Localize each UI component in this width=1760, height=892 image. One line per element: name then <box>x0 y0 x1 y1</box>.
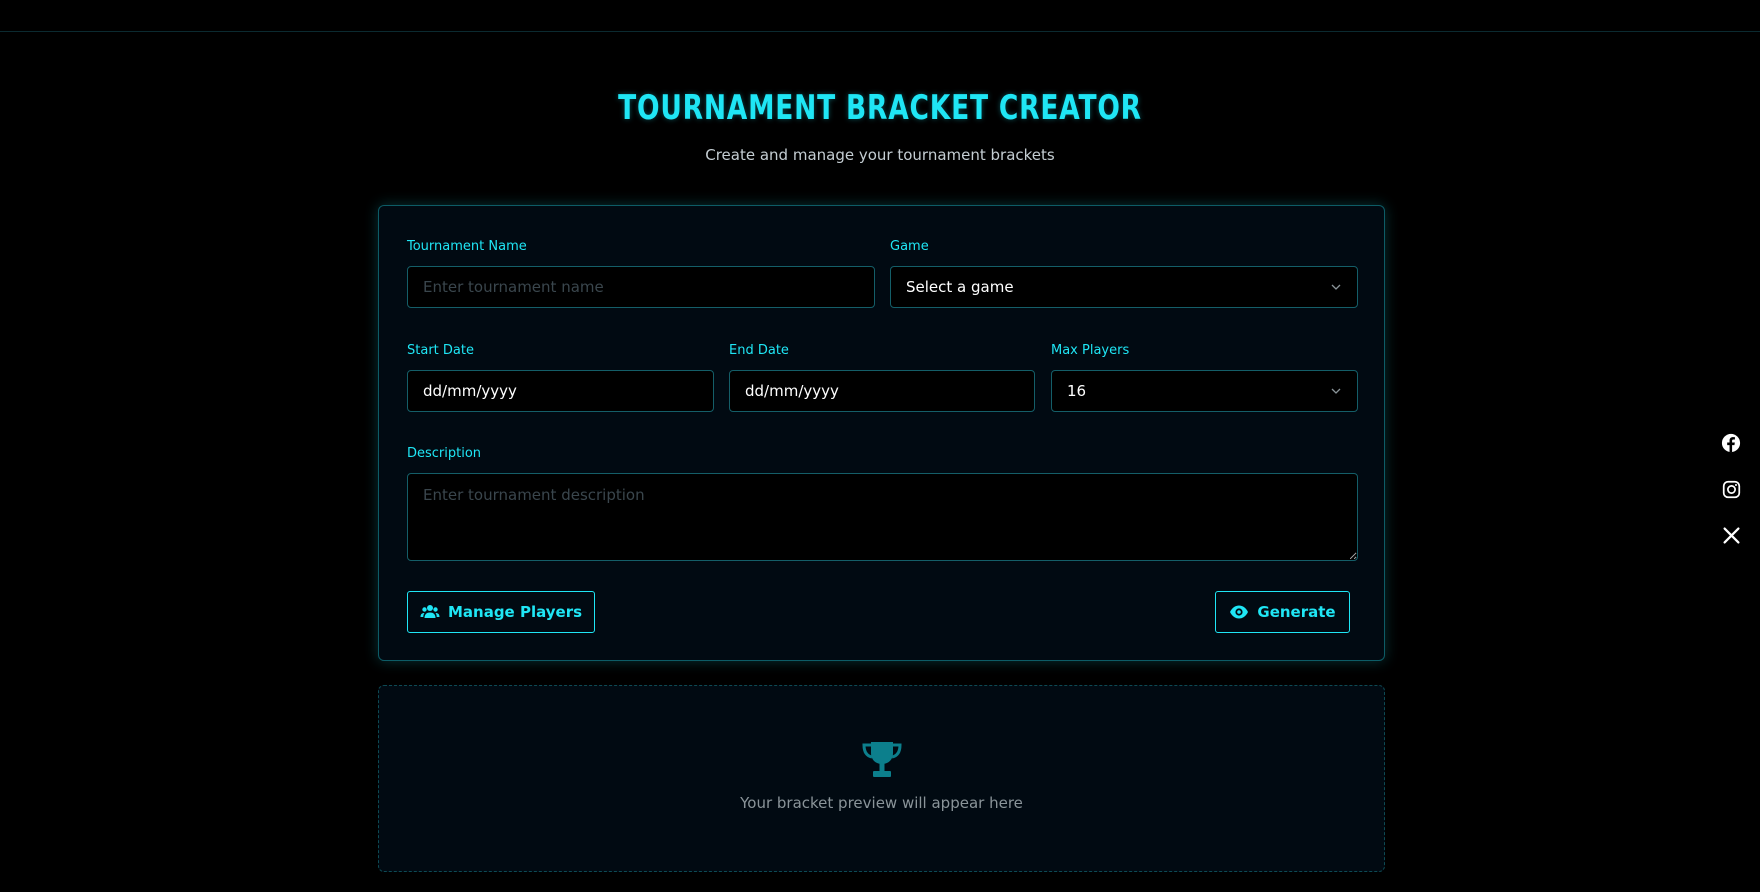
start-date-input[interactable]: dd/mm/yyyy <box>407 370 714 412</box>
description-textarea[interactable] <box>407 473 1358 561</box>
max-players-label: Max Players <box>1051 343 1130 358</box>
end-date-value: dd/mm/yyyy <box>745 382 839 400</box>
game-select-value: Select a game <box>906 278 1014 296</box>
facebook-link[interactable] <box>1720 432 1742 454</box>
end-date-label: End Date <box>729 343 789 358</box>
facebook-icon <box>1721 433 1741 453</box>
manage-players-button[interactable]: Manage Players <box>407 591 595 633</box>
tournament-form-card: Tournament Name Game Select a game Start… <box>378 205 1385 661</box>
users-icon <box>420 605 440 618</box>
game-select[interactable]: Select a game <box>890 266 1358 308</box>
generate-button[interactable]: Generate <box>1215 591 1350 633</box>
instagram-link[interactable] <box>1720 478 1742 500</box>
end-date-input[interactable]: dd/mm/yyyy <box>729 370 1035 412</box>
bracket-preview-card: Your bracket preview will appear here <box>378 685 1385 872</box>
x-link[interactable] <box>1720 524 1742 546</box>
game-label: Game <box>890 239 929 254</box>
chevron-down-icon <box>1331 388 1341 394</box>
x-icon <box>1722 526 1740 544</box>
chevron-down-icon <box>1331 284 1341 290</box>
tournament-name-label: Tournament Name <box>407 239 527 254</box>
max-players-select[interactable]: 16 <box>1051 370 1358 412</box>
start-date-label: Start Date <box>407 343 474 358</box>
instagram-icon <box>1722 480 1740 498</box>
description-label: Description <box>407 446 482 461</box>
trophy-icon <box>862 742 902 777</box>
page-subtitle: Create and manage your tournament bracke… <box>705 146 1055 164</box>
manage-players-label: Manage Players <box>447 603 583 621</box>
tournament-name-input[interactable] <box>407 266 875 308</box>
max-players-value: 16 <box>1067 382 1087 400</box>
eye-icon <box>1230 605 1249 619</box>
preview-placeholder-text: Your bracket preview will appear here <box>740 794 1023 812</box>
page-title: TOURNAMENT BRACKET CREATOR <box>618 88 1142 128</box>
generate-label: Generate <box>1257 603 1336 621</box>
start-date-value: dd/mm/yyyy <box>423 382 517 400</box>
top-bar <box>0 0 1760 32</box>
